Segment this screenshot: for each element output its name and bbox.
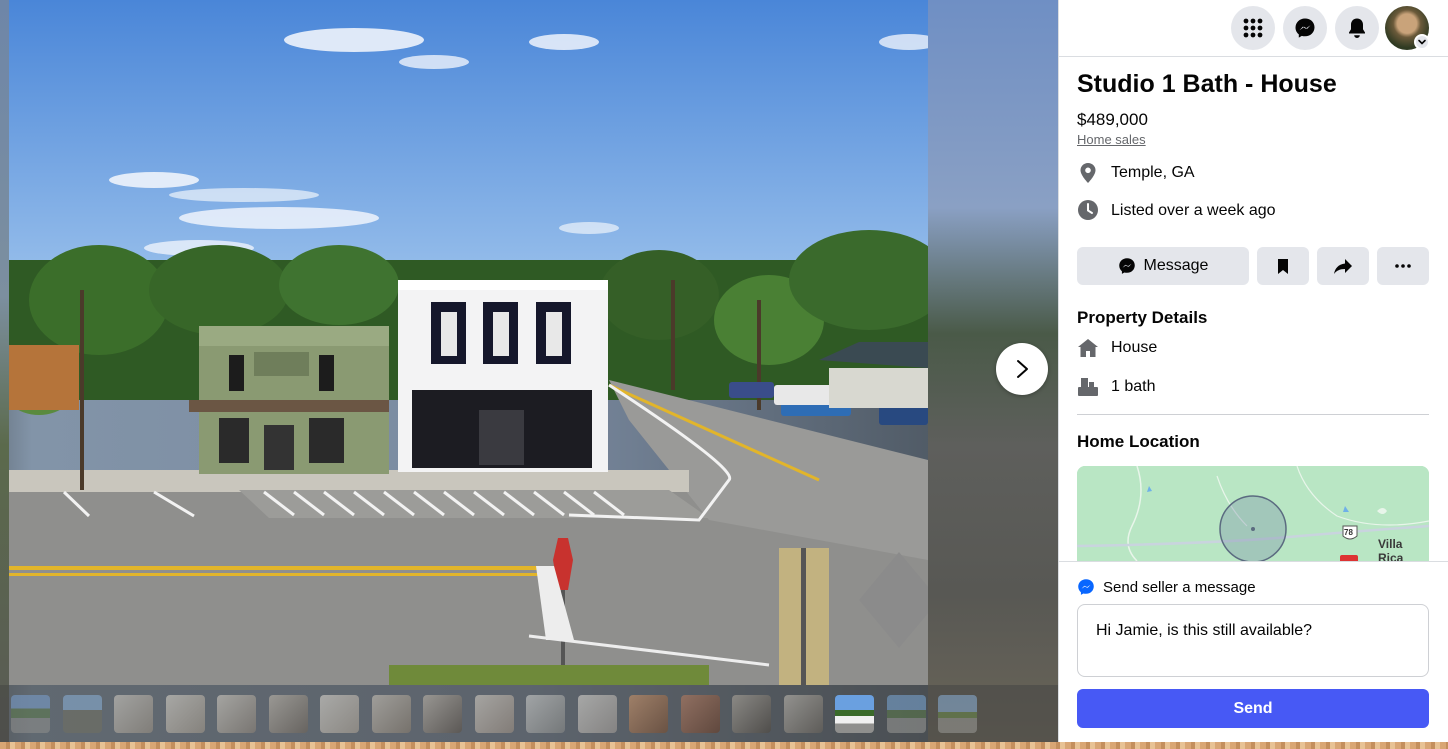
- share-button[interactable]: [1317, 247, 1369, 285]
- message-button-label: Message: [1143, 257, 1209, 274]
- route-badge: 78: [1344, 528, 1353, 537]
- notifications-icon: [1349, 18, 1365, 38]
- thumbnail[interactable]: [114, 695, 153, 733]
- section-divider: [1077, 414, 1429, 415]
- chevron-right-icon: [1017, 360, 1028, 378]
- message-button[interactable]: Message: [1077, 247, 1249, 285]
- listing-title: Studio 1 Bath - House: [1077, 70, 1337, 98]
- chevron-down-icon: [1418, 39, 1426, 45]
- map-place-label: Villa Rica: [1378, 537, 1404, 561]
- message-input[interactable]: Hi Jamie, is this still available?: [1077, 604, 1429, 677]
- top-bar: [1059, 0, 1448, 57]
- listing-panel: Studio 1 Bath - House $489,000 Home sale…: [1058, 0, 1448, 742]
- thumbnail[interactable]: [732, 695, 771, 733]
- page-bottom-strip: [0, 742, 1448, 749]
- media-viewer: [0, 0, 1058, 742]
- thumbnail[interactable]: [217, 695, 256, 733]
- thumbnail-active[interactable]: [835, 695, 874, 733]
- messenger-icon: [1295, 18, 1315, 38]
- thumbnail[interactable]: [629, 695, 668, 733]
- bath-icon: [1076, 375, 1100, 399]
- thumbnail[interactable]: [269, 695, 308, 733]
- listing-details: Studio 1 Bath - House $489,000 Home sale…: [1059, 58, 1448, 561]
- property-details-heading: Property Details: [1077, 308, 1208, 327]
- notifications-button[interactable]: [1335, 6, 1379, 50]
- menu-grid-button[interactable]: [1231, 6, 1275, 50]
- thumbnail[interactable]: [938, 695, 977, 733]
- send-button[interactable]: Send: [1077, 689, 1429, 728]
- thumbnail[interactable]: [166, 695, 205, 733]
- seller-message-heading: Send seller a message: [1103, 578, 1256, 596]
- thumbnail[interactable]: [11, 695, 50, 733]
- messenger-icon: [1078, 579, 1094, 595]
- listing-photo: [9, 0, 928, 685]
- thumbnail[interactable]: [423, 695, 462, 733]
- category-link[interactable]: Home sales: [1077, 132, 1146, 147]
- viewer-blur-left: [0, 0, 9, 742]
- bath-count: 1 bath: [1111, 378, 1156, 395]
- thumbnail[interactable]: [475, 695, 514, 733]
- bookmark-icon: [1278, 258, 1288, 274]
- thumbnail-strip: [0, 685, 1058, 742]
- thumbnail[interactable]: [681, 695, 720, 733]
- listing-price: $489,000: [1077, 110, 1148, 129]
- home-location-heading: Home Location: [1077, 432, 1200, 451]
- listing-location: Temple, GA: [1111, 164, 1195, 181]
- more-options-button[interactable]: [1377, 247, 1429, 285]
- location-map[interactable]: 78 Villa Rica: [1077, 466, 1429, 561]
- clock-icon: [1076, 198, 1100, 222]
- save-button[interactable]: [1257, 247, 1309, 285]
- account-menu-chevron[interactable]: [1414, 34, 1430, 50]
- thumbnail[interactable]: [63, 695, 102, 733]
- house-icon: [1076, 336, 1100, 360]
- seller-message-box: Send seller a message Hi Jamie, is this …: [1059, 561, 1448, 742]
- more-icon: [1395, 264, 1411, 268]
- seller-message-header: Send seller a message: [1077, 578, 1256, 596]
- listed-time: Listed over a week ago: [1111, 202, 1276, 219]
- thumbnail[interactable]: [372, 695, 411, 733]
- location-pin-icon: [1076, 161, 1100, 185]
- property-type: House: [1111, 339, 1158, 356]
- messenger-button[interactable]: [1283, 6, 1327, 50]
- menu-grid-icon: [1243, 18, 1263, 38]
- thumbnail[interactable]: [320, 695, 359, 733]
- share-icon: [1334, 258, 1352, 274]
- thumbnail[interactable]: [578, 695, 617, 733]
- next-photo-button[interactable]: [996, 343, 1048, 395]
- messenger-icon: [1118, 258, 1135, 274]
- thumbnail[interactable]: [887, 695, 926, 733]
- thumbnail[interactable]: [784, 695, 823, 733]
- thumbnail[interactable]: [526, 695, 565, 733]
